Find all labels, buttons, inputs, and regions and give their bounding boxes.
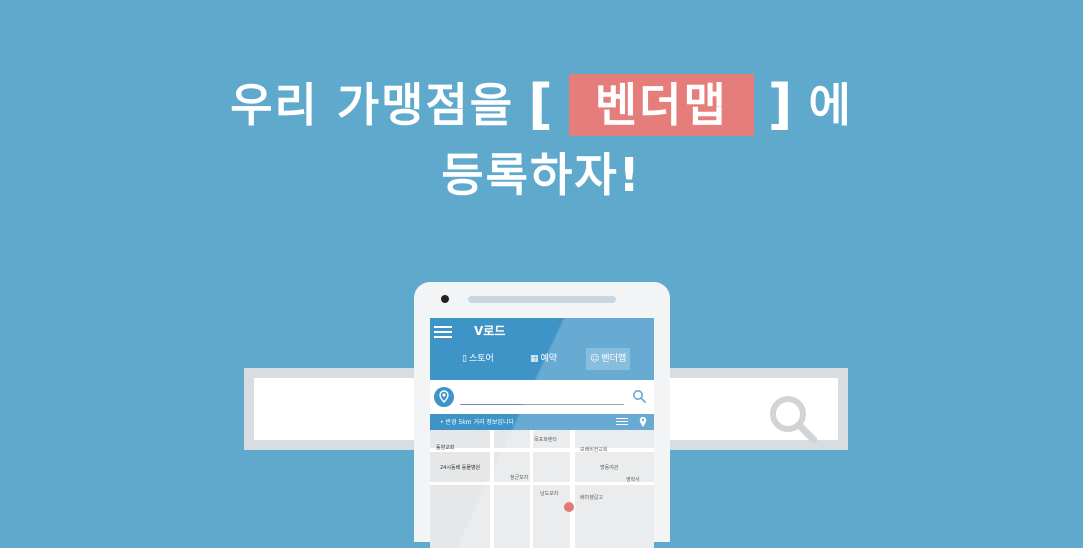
map-label: 영락사: [626, 477, 640, 483]
search-icon[interactable]: [632, 389, 646, 403]
tab-reservation[interactable]: ▦ 예약: [526, 348, 561, 370]
map-label: 보배비전교회: [580, 447, 608, 453]
headline: 우리 가맹점을 [ 벤더맵 ] 에 등록하자!: [0, 74, 1083, 204]
headline-line-1: 우리 가맹점을 [ 벤더맵 ] 에: [0, 74, 1083, 136]
radius-info-text: • 반경 5km 거리 정보입니다: [440, 419, 514, 426]
list-icon[interactable]: [616, 418, 628, 426]
headline-line-2: 등록하자!: [441, 148, 642, 202]
hamburger-menu-icon[interactable]: [434, 326, 452, 338]
highlight-brand: 벤더맵: [568, 74, 754, 136]
radius-info-bar: • 반경 5km 거리 정보입니다: [430, 414, 654, 430]
tab-vendormap[interactable]: ☺ 벤더맵: [586, 348, 631, 370]
map-label: 24시동배 동물병원: [440, 465, 481, 471]
tab-store[interactable]: ▯ 스토어: [458, 348, 498, 370]
app-search-row: [430, 380, 654, 414]
tab-store-label: 스토어: [468, 354, 494, 364]
camera-icon: [441, 295, 449, 303]
map-label: 명동여관: [600, 465, 619, 471]
bracket-open: [: [528, 73, 555, 136]
search-icon: [770, 396, 818, 444]
app-header: V로드 ▯ 스토어 ▦ 예약 ☺ 벤더맵: [430, 318, 654, 380]
app-search-input[interactable]: [460, 404, 624, 405]
bag-icon: ▯: [462, 354, 467, 364]
phone-mockup: V로드 ▯ 스토어 ▦ 예약 ☺ 벤더맵 • 반경 5km 거리 정보입니다 목…: [414, 282, 670, 548]
calendar-icon: ▦: [530, 354, 539, 364]
headline-prefix: 우리 가맹점을: [230, 78, 515, 132]
bracket-close: ]: [767, 73, 795, 136]
location-pin-icon: [439, 390, 449, 403]
tab-reservation-label: 예약: [540, 354, 558, 364]
phone-speaker: [468, 296, 616, 303]
map-label: 동양교회: [436, 445, 455, 451]
map-marker-icon[interactable]: [564, 502, 574, 512]
app-title: V로드: [474, 324, 506, 338]
map-view[interactable]: 목포파렌타 동양교회 보배비전교회 24시동배 동물병원 명동여관 청군포차 남…: [430, 430, 654, 548]
tab-vendormap-label: 벤더맵: [601, 354, 627, 364]
headline-suffix: 에: [808, 78, 853, 132]
person-icon: ☺: [590, 354, 600, 364]
map-label: 목포파렌타: [534, 437, 558, 443]
map-label: 청군포차: [510, 475, 529, 481]
location-button[interactable]: [434, 387, 454, 407]
map-label: 남도포차: [540, 491, 559, 497]
map-pin-icon[interactable]: [638, 416, 648, 428]
phone-screen: V로드 ▯ 스토어 ▦ 예약 ☺ 벤더맵 • 반경 5km 거리 정보입니다 목…: [430, 318, 654, 548]
map-label: 배미쉘갈고: [580, 495, 604, 501]
